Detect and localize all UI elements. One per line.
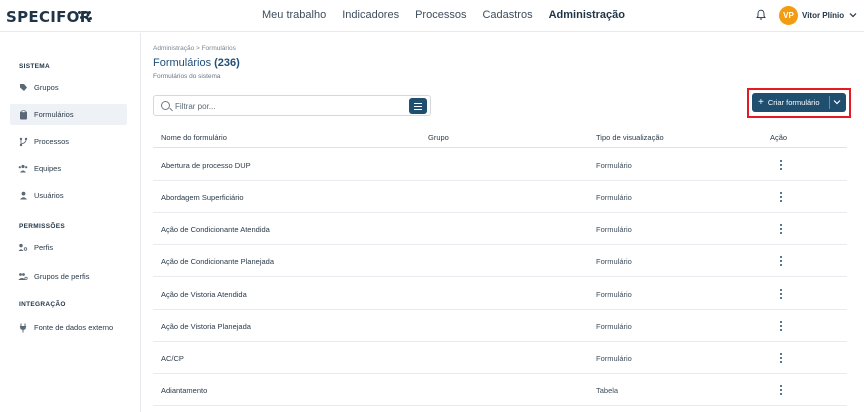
row-type: Formulário [596, 322, 632, 331]
table-row[interactable]: Ação de Condicionante Atendida Formulári… [153, 213, 847, 245]
flow-icon [18, 137, 28, 147]
sidebar-item-label: Grupos [34, 83, 59, 92]
sidebar: SISTEMA Grupos Formulários Processos Equ… [0, 33, 141, 412]
table-row[interactable]: Ação de Vistoria Planejada Formulário [153, 310, 847, 342]
table-header: Nome do formulário Grupo Tipo de visuali… [153, 126, 847, 148]
search-input[interactable] [175, 99, 405, 113]
sidebar-item-fonte-de-dados-externo[interactable]: Fonte de dados externo [10, 317, 127, 338]
row-name: AC/CP [161, 354, 184, 363]
sidebar-item-perfis[interactable]: Perfis [10, 237, 127, 258]
more-vertical-icon[interactable] [775, 287, 787, 301]
col-nome[interactable]: Nome do formulário [161, 133, 227, 142]
main-nav: Meu trabalho Indicadores Processos Cadas… [262, 9, 641, 21]
sidebar-item-label: Fonte de dados externo [34, 323, 114, 332]
more-vertical-icon[interactable] [775, 190, 787, 204]
breadcrumb: Administração > Formulários [153, 45, 236, 52]
avatar[interactable]: VP [779, 6, 798, 25]
row-type: Tabela [596, 386, 619, 395]
row-name: Abertura de processo DUP [161, 161, 251, 170]
search-box [153, 95, 431, 116]
table-row[interactable]: Ação de Condicionante Planejada Formulár… [153, 245, 847, 277]
sidebar-item-label: Equipes [34, 164, 62, 173]
row-type: Formulário [596, 354, 632, 363]
create-form-label: Criar formulário [767, 98, 820, 107]
profile-key-icon [18, 243, 28, 253]
nav-cadastros[interactable]: Cadastros [482, 9, 532, 21]
sidebar-item-label: Usuários [34, 191, 64, 200]
tag-icon [18, 83, 28, 93]
create-form-button[interactable]: + Criar formulário [752, 93, 846, 112]
sidebar-item-grupos[interactable]: Grupos [10, 77, 127, 98]
table-row[interactable]: AC/CP Formulário [153, 342, 847, 374]
sidebar-item-processos[interactable]: Processos [10, 131, 127, 152]
sidebar-item-label: Grupos de perfis [34, 272, 90, 281]
more-vertical-icon[interactable] [775, 158, 787, 172]
sidebar-item-equipes[interactable]: Equipes [10, 158, 127, 179]
row-name: Ação de Condicionante Atendida [161, 225, 270, 234]
nav-meu-trabalho[interactable]: Meu trabalho [262, 9, 326, 21]
team-icon [18, 164, 28, 174]
table-row[interactable]: Ação de Vistoria Atendida Formulário [153, 278, 847, 310]
more-vertical-icon[interactable] [775, 383, 787, 397]
row-name: Ação de Condicionante Planejada [161, 257, 275, 266]
nav-indicadores[interactable]: Indicadores [342, 9, 399, 21]
plus-icon: + [758, 96, 764, 108]
col-acao: Ação [770, 133, 788, 142]
top-bar: SPECIFOR Meu trabalho Indicadores Proces… [0, 0, 864, 32]
sidebar-item-label: Processos [34, 137, 70, 146]
user-name[interactable]: Vitor Plínio [802, 11, 844, 20]
row-type: Formulário [596, 257, 632, 266]
filter-icon [414, 102, 422, 104]
chevron-down-icon[interactable] [833, 98, 841, 106]
profile-group-icon [18, 272, 28, 282]
sidebar-item-label: Formulários [34, 110, 74, 119]
row-type: Formulário [596, 225, 632, 234]
row-type: Formulário [596, 161, 632, 170]
page-title-text: Formulários [153, 57, 212, 69]
filter-button[interactable] [409, 98, 427, 114]
plug-icon [18, 323, 28, 333]
more-vertical-icon[interactable] [775, 351, 787, 365]
table-row[interactable]: Adiantamento Tabela [153, 374, 847, 406]
row-name: Adiantamento [161, 386, 208, 395]
user-icon [18, 191, 28, 201]
section-integracao: INTEGRAÇÃO [19, 301, 66, 308]
nav-administracao[interactable]: Administração [549, 9, 625, 21]
more-vertical-icon[interactable] [775, 319, 787, 333]
section-sistema: SISTEMA [19, 63, 50, 70]
more-vertical-icon[interactable] [775, 222, 787, 236]
table-row[interactable]: Abordagem Superficiário Formulário [153, 181, 847, 213]
sidebar-item-usuarios[interactable]: Usuários [10, 185, 127, 206]
sidebar-item-label: Perfis [34, 243, 54, 252]
row-type: Formulário [596, 290, 632, 299]
bell-icon[interactable] [756, 9, 766, 21]
record-count: (236) [214, 57, 240, 69]
col-grupo[interactable]: Grupo [428, 133, 449, 142]
row-name: Ação de Vistoria Atendida [161, 290, 247, 299]
more-vertical-icon[interactable] [775, 254, 787, 268]
col-tipo[interactable]: Tipo de visualização [596, 133, 664, 142]
row-name: Abordagem Superficiário [161, 193, 244, 202]
page-title: Formulários (236) [153, 57, 240, 69]
page-subtitle: Formulários do sistema [153, 73, 221, 80]
nav-processos[interactable]: Processos [415, 9, 466, 21]
row-type: Formulário [596, 193, 632, 202]
clipboard-icon [18, 109, 28, 120]
sidebar-item-formularios[interactable]: Formulários [10, 104, 127, 125]
section-permissoes: PERMISSÕES [19, 223, 65, 230]
chevron-down-icon[interactable] [849, 11, 857, 19]
table-row[interactable]: Abertura de processo DUP Formulário [153, 149, 847, 181]
row-name: Ação de Vistoria Planejada [161, 322, 251, 331]
search-icon [161, 101, 170, 110]
logo-mark-icon [78, 10, 92, 22]
sidebar-item-grupos-de-perfis[interactable]: Grupos de perfis [10, 266, 127, 287]
